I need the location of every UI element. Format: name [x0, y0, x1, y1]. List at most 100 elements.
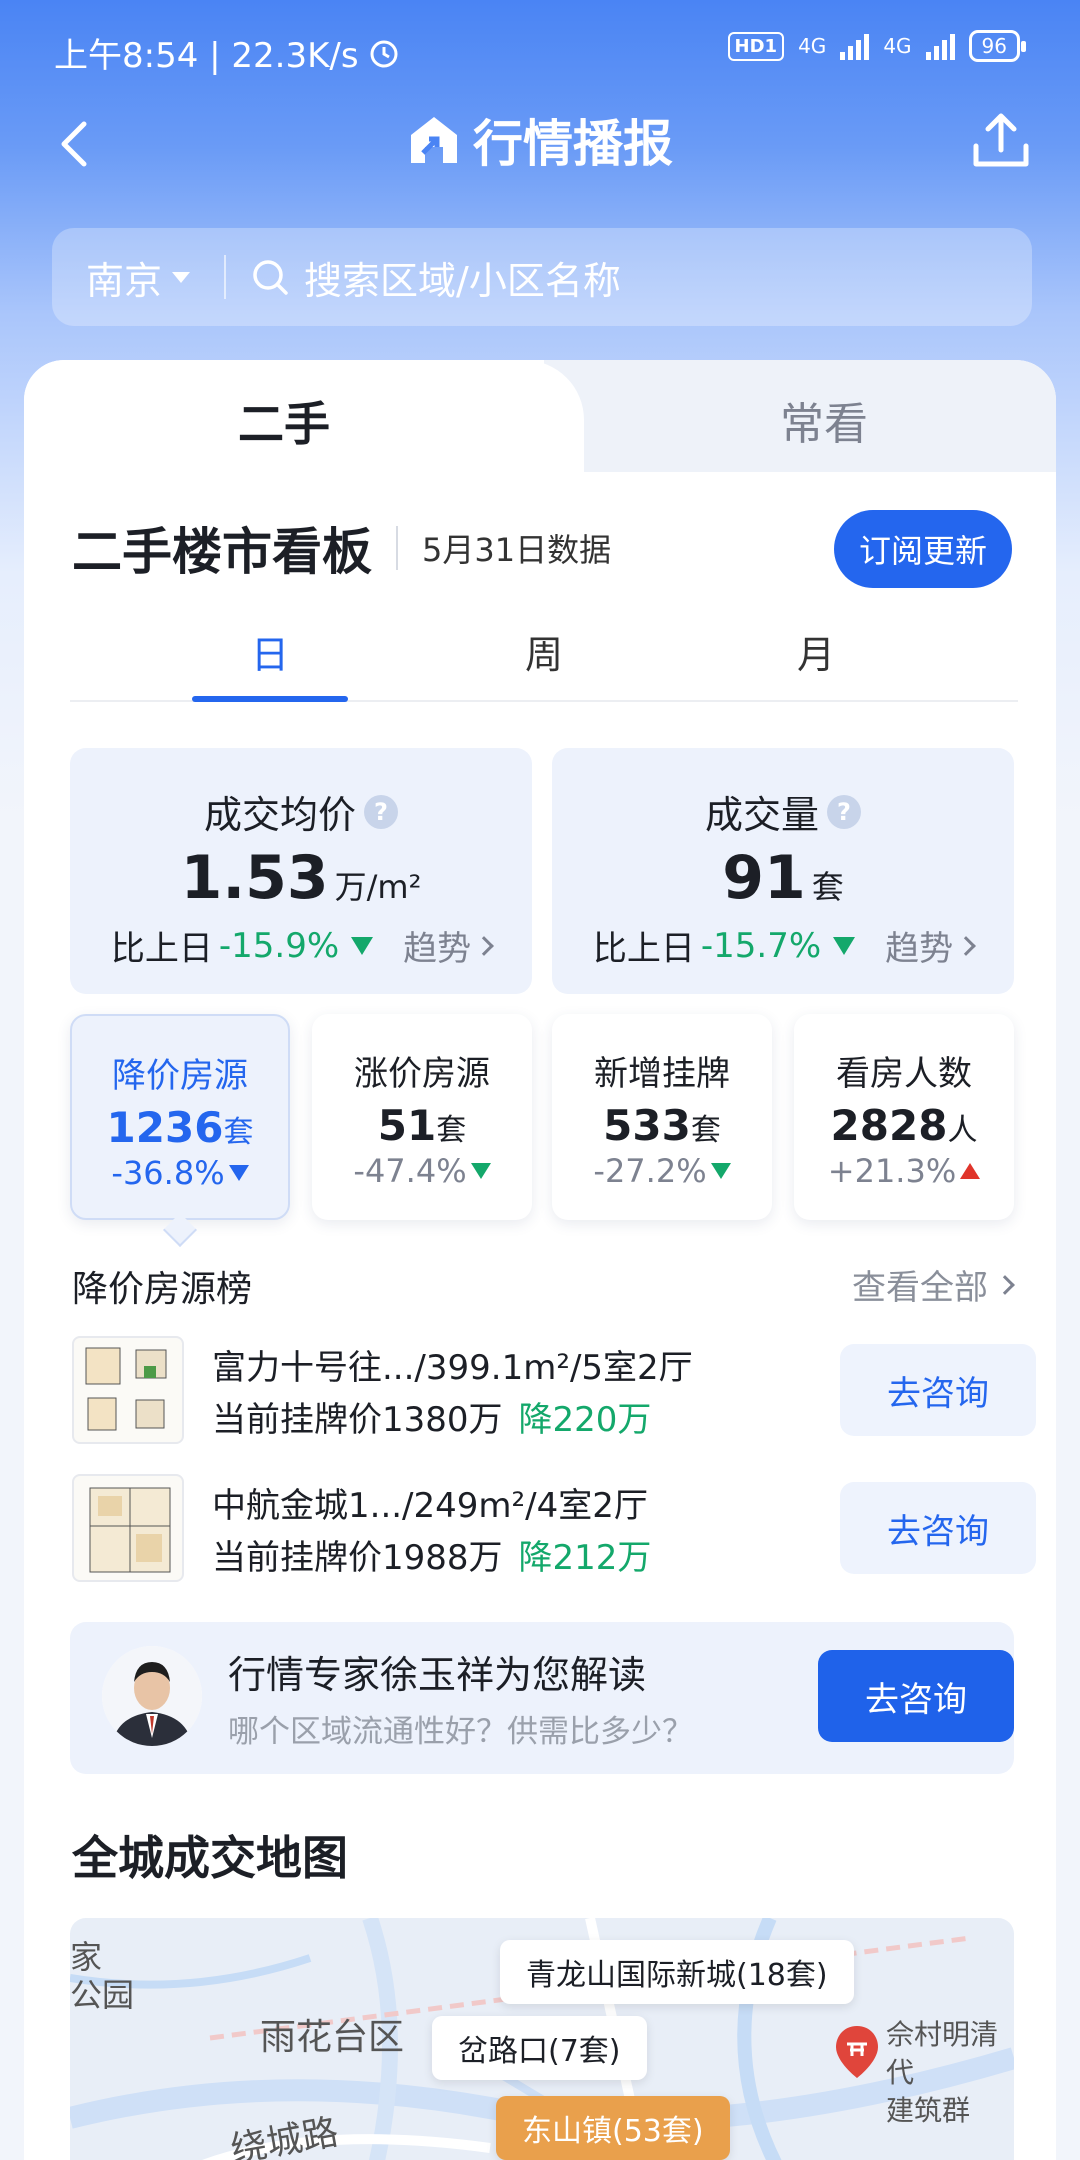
- expert-avatar-icon: [102, 1646, 202, 1746]
- expert-banner[interactable]: 行情专家徐玉祥为您解读 哪个区域流通性好？供需比多少？ 去咨询: [70, 1622, 1014, 1774]
- trend-link[interactable]: 趋势: [885, 921, 977, 970]
- signal-icon: [840, 32, 870, 60]
- map-pill[interactable]: 东山镇(53套): [496, 2096, 730, 2160]
- compare-label: 比上日: [592, 929, 695, 969]
- poi-line-1: 佘村明清代: [886, 2018, 999, 2089]
- tab-frequent[interactable]: 常看: [544, 388, 1056, 452]
- stat-new-listing[interactable]: 新增挂牌 533套 -27.2%: [552, 1014, 772, 1220]
- help-icon[interactable]: ?: [827, 794, 861, 829]
- status-time: 上午8:54 | 22.3K/s: [54, 36, 359, 76]
- volume-change: -15.7%: [700, 925, 822, 966]
- stat-label: 涨价房源: [354, 1054, 490, 1094]
- listing-drop: 降220万: [518, 1400, 652, 1440]
- trend-label: 趋势: [885, 929, 954, 969]
- stat-unit: 套: [690, 1113, 721, 1148]
- expert-subtitle: 哪个区域流通性好？供需比多少？: [228, 1714, 693, 1750]
- stat-price-cut[interactable]: 降价房源 1236套 -36.8%: [70, 1014, 290, 1220]
- chevron-right-icon: [995, 1274, 1015, 1295]
- avg-price-change: -15.9%: [218, 925, 340, 966]
- volume-card[interactable]: 成交量? 91 套 比上日 -15.7% 趋势: [552, 748, 1014, 994]
- listing-drop: 降212万: [518, 1538, 652, 1578]
- avg-price-label: 成交均价: [203, 793, 356, 837]
- period-tabs: 日 周 月: [70, 610, 1018, 702]
- stat-value: 2828: [830, 1101, 948, 1150]
- stat-price-rise[interactable]: 涨价房源 51套 -47.4%: [312, 1014, 532, 1220]
- listing-price: 当前挂牌价1380万: [212, 1400, 503, 1440]
- logo-icon: [411, 117, 457, 163]
- stat-change: +21.3%: [827, 1152, 957, 1190]
- floorplan-icon: [85, 1347, 167, 1431]
- board-date: 5月31日数据: [422, 531, 612, 569]
- page-title-text: 行情播报: [473, 115, 673, 173]
- list-item[interactable]: 富力十号往.../399.1m²/5室2厅 当前挂牌价1380万 降220万 去咨…: [72, 1336, 1036, 1446]
- board-title: 二手楼市看板: [72, 523, 372, 581]
- category-tabs: 二手 常看: [24, 360, 1056, 472]
- stat-value: 533: [603, 1101, 691, 1150]
- nav-bar: 行情播报: [0, 100, 1080, 190]
- tab-day[interactable]: 日: [190, 624, 350, 679]
- help-icon[interactable]: ?: [364, 794, 398, 829]
- tab-month[interactable]: 月: [736, 624, 896, 679]
- stat-label: 新增挂牌: [594, 1054, 730, 1094]
- list-header: 降价房源榜 查看全部: [72, 1260, 1015, 1320]
- chevron-right-icon: [474, 935, 495, 956]
- down-arrow-icon: [470, 1163, 491, 1179]
- down-arrow-icon: [351, 936, 374, 955]
- see-all-link[interactable]: 查看全部: [852, 1260, 1015, 1309]
- subscribe-button[interactable]: 订阅更新: [834, 510, 1012, 588]
- map-label: 雨花台区: [260, 2017, 405, 2058]
- trend-link[interactable]: 趋势: [403, 921, 495, 970]
- listing-title: 富力十号往.../399.1m²/5室2厅: [212, 1348, 693, 1388]
- city-name: 南京: [86, 258, 163, 303]
- consult-button[interactable]: 去咨询: [840, 1482, 1036, 1574]
- avatar: [102, 1646, 202, 1746]
- volume-label: 成交量: [704, 793, 819, 837]
- status-bar: 上午8:54 | 22.3K/s HD1 4G 4G 96: [0, 0, 1080, 100]
- tab-indicator: [192, 696, 348, 702]
- consult-button[interactable]: 去咨询: [840, 1344, 1036, 1436]
- compare-label: 比上日: [110, 929, 213, 969]
- stat-value: 51: [377, 1101, 437, 1150]
- avg-price-card[interactable]: 成交均价? 1.53 万/m² 比上日 -15.9% 趋势: [70, 748, 532, 994]
- stat-value: 1236: [106, 1103, 224, 1152]
- city-selector[interactable]: 南京: [86, 250, 191, 305]
- transaction-map[interactable]: 家 公园 雨花台区 绕城路 青龙山国际新城(18套) 岔路口(7套) 东山镇(5…: [70, 1918, 1014, 2160]
- battery-icon: 96: [968, 30, 1027, 62]
- down-arrow-icon: [228, 1165, 249, 1181]
- down-arrow-icon: [710, 1163, 731, 1179]
- stat-viewers[interactable]: 看房人数 2828人 +21.3%: [794, 1014, 1014, 1220]
- location-pin-icon: [836, 2026, 878, 2078]
- board-header: 二手楼市看板 5月31日数据 订阅更新: [72, 508, 1012, 588]
- map-pill[interactable]: 青龙山国际新城(18套): [500, 1940, 854, 2004]
- tab-second-hand[interactable]: 二手: [24, 388, 544, 454]
- map-pill[interactable]: 岔路口(7套): [432, 2016, 647, 2080]
- expert-title: 行情专家徐玉祥为您解读: [228, 1653, 647, 1697]
- poi-line-2: 建筑群: [886, 2094, 971, 2127]
- stat-unit: 套: [436, 1113, 467, 1148]
- stat-change: -36.8%: [111, 1154, 225, 1192]
- share-icon[interactable]: [966, 106, 1036, 176]
- tab-week[interactable]: 周: [464, 624, 624, 679]
- network-label-1: 4G: [798, 34, 827, 58]
- hd-badge: HD1: [727, 31, 785, 61]
- map-title: 全城成交地图: [72, 1831, 348, 1885]
- floorplan-thumbnail: [72, 1336, 184, 1444]
- network-label-2: 4G: [883, 34, 912, 58]
- caret-down-icon: [172, 271, 191, 283]
- board-divider: [396, 526, 398, 570]
- stat-unit: 人: [947, 1113, 978, 1148]
- listing-price: 当前挂牌价1988万: [212, 1538, 503, 1578]
- see-all-label: 查看全部: [852, 1268, 988, 1308]
- volume-value: 91: [722, 843, 806, 913]
- search-input[interactable]: 搜索区域/小区名称: [304, 250, 621, 305]
- list-item[interactable]: 中航金城1.../249m²/4室2厅 当前挂牌价1988万 降212万 去咨询: [72, 1474, 1036, 1584]
- listing-title: 中航金城1.../249m²/4室2厅: [212, 1486, 648, 1526]
- chevron-right-icon: [956, 935, 977, 956]
- stat-label: 看房人数: [836, 1054, 972, 1094]
- stat-label: 降价房源: [112, 1056, 248, 1096]
- floorplan-thumbnail: [72, 1474, 184, 1582]
- expert-consult-button[interactable]: 去咨询: [818, 1650, 1014, 1742]
- search-divider: [224, 255, 227, 299]
- search-bar[interactable]: 南京 搜索区域/小区名称: [52, 228, 1032, 326]
- avg-price-value: 1.53: [180, 843, 329, 913]
